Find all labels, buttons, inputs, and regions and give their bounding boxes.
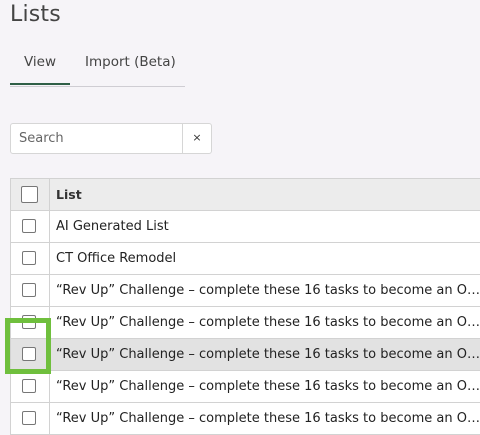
lists-table: List AI Generated List CT Office Remodel… [10, 178, 480, 435]
list-name[interactable]: “Rev Up” Challenge – complete these 16 t… [56, 371, 480, 402]
list-name[interactable]: “Rev Up” Challenge – complete these 16 t… [56, 403, 480, 434]
row-checkbox[interactable] [22, 379, 36, 393]
row-checkbox[interactable] [22, 283, 36, 297]
row-checkbox[interactable] [22, 347, 36, 361]
table-row[interactable]: CT Office Remodel [11, 243, 480, 275]
row-checkbox-cell [11, 275, 50, 306]
row-checkbox-cell [11, 403, 50, 434]
row-checkbox-cell [11, 211, 50, 242]
header-checkbox-cell [11, 179, 50, 210]
table-row[interactable]: “Rev Up” Challenge – complete these 16 t… [11, 275, 480, 307]
table-header-row: List [11, 179, 480, 211]
row-checkbox[interactable] [22, 315, 36, 329]
table-row[interactable]: “Rev Up” Challenge – complete these 16 t… [11, 307, 480, 339]
column-header-list[interactable]: List [56, 179, 480, 210]
table-row[interactable]: AI Generated List [11, 211, 480, 243]
list-name[interactable]: “Rev Up” Challenge – complete these 16 t… [56, 339, 480, 370]
row-checkbox-cell [11, 307, 50, 338]
list-name[interactable]: “Rev Up” Challenge – complete these 16 t… [56, 307, 480, 338]
row-checkbox-cell [11, 371, 50, 402]
search-input[interactable] [11, 124, 183, 153]
row-checkbox-cell [11, 243, 50, 274]
tab-view[interactable]: View [10, 44, 70, 85]
clear-search-button[interactable]: × [182, 124, 211, 153]
table-row[interactable]: “Rev Up” Challenge – complete these 16 t… [11, 371, 480, 403]
row-checkbox-cell [11, 339, 50, 370]
tab-bar: View Import (Beta) [10, 44, 185, 87]
tab-import-beta[interactable]: Import (Beta) [85, 44, 176, 84]
list-name[interactable]: CT Office Remodel [56, 243, 480, 274]
table-row-highlighted[interactable]: “Rev Up” Challenge – complete these 16 t… [11, 339, 480, 371]
row-checkbox[interactable] [22, 411, 36, 425]
row-checkbox[interactable] [22, 251, 36, 265]
page-title: Lists [10, 2, 61, 27]
row-checkbox[interactable] [22, 219, 36, 233]
list-name[interactable]: “Rev Up” Challenge – complete these 16 t… [56, 275, 480, 306]
list-name[interactable]: AI Generated List [56, 211, 480, 242]
select-all-checkbox[interactable] [21, 186, 38, 203]
table-row[interactable]: “Rev Up” Challenge – complete these 16 t… [11, 403, 480, 435]
search-box: × [10, 123, 212, 154]
